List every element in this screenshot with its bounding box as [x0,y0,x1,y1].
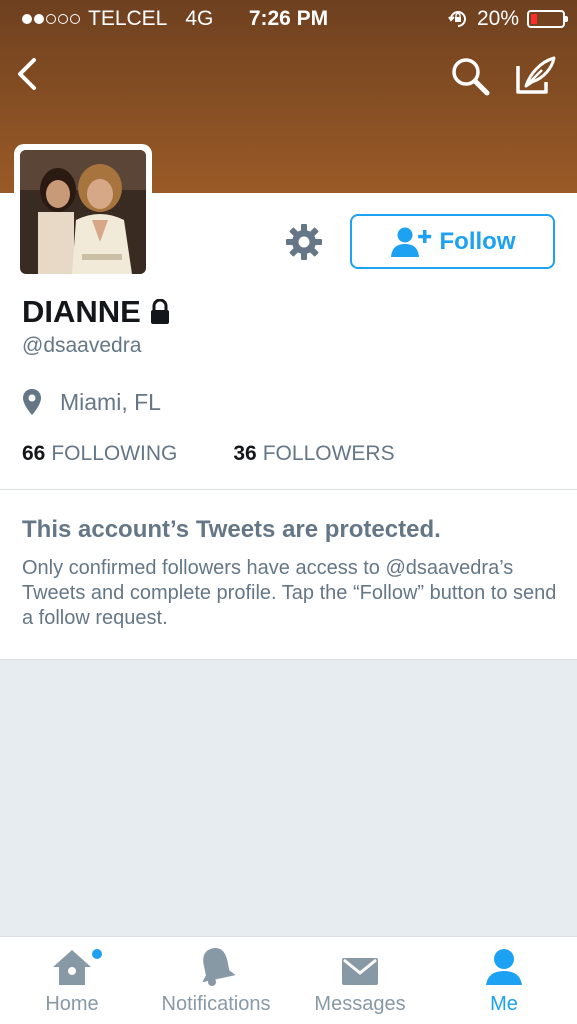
bell-icon [202,948,236,986]
following-stat[interactable]: 66 FOLLOWING [22,442,177,466]
status-bar: TELCEL 4G 7:26 PM 20% [0,0,577,38]
protected-notice: This account’s Tweets are protected. Onl… [0,490,577,660]
search-button[interactable] [448,54,492,98]
location-pin-icon [23,389,41,415]
tab-me-label: Me [490,993,518,1015]
tab-home-label: Home [45,993,99,1015]
compose-button[interactable] [512,54,560,98]
settings-button[interactable] [284,222,324,262]
follow-button[interactable]: Follow [350,214,555,269]
followers-stat[interactable]: 36 FOLLOWERS [233,442,394,466]
tab-home-icon-wrap [50,937,102,993]
tab-home[interactable]: Home [22,937,122,1024]
tab-notifications[interactable]: Notifications [150,937,282,1024]
chevron-left-icon [18,58,36,90]
add-user-icon [390,227,431,257]
profile-location: Miami, FL [22,388,161,416]
tab-messages[interactable]: Messages [306,937,414,1024]
tab-bar: Home Notifications Messages Me [0,936,577,1024]
avatar[interactable] [14,144,152,280]
protected-body: Only confirmed followers have access to … [22,557,557,629]
gear-icon [286,224,322,260]
battery-fill [531,14,537,24]
profile-name: DIANNE [22,294,141,329]
compose-tweet-icon [516,56,556,94]
profile-name-row: DIANNE [22,294,171,330]
tab-me-icon-wrap [484,937,524,993]
protected-title: This account’s Tweets are protected. [22,516,441,543]
rotation-lock-icon [448,11,466,27]
battery-percent: 20% [476,7,519,30]
following-count: 66 [22,442,46,465]
tab-messages-label: Messages [314,993,406,1015]
person-icon [486,949,522,985]
tab-messages-icon-wrap [340,937,380,993]
profile-photo [20,150,146,274]
tab-notifications-label: Notifications [161,993,271,1015]
followers-count: 36 [233,442,257,465]
profile-stats: 66 FOLLOWING 36 FOLLOWERS [22,442,395,466]
search-icon [452,58,490,96]
tab-me[interactable]: Me [464,937,544,1024]
home-icon [53,950,91,985]
battery-icon [527,10,568,28]
lock-icon [150,299,169,324]
envelope-icon [342,958,378,985]
location-text: Miami, FL [60,388,161,415]
notification-dot [92,949,102,959]
back-button[interactable] [10,54,50,94]
tab-notifications-icon-wrap [196,937,236,993]
follow-button-label: Follow [439,227,516,255]
following-label: FOLLOWING [51,442,178,465]
status-right: 20% [447,7,568,31]
followers-label: FOLLOWERS [262,442,395,465]
profile-handle: @dsaavedra [22,334,142,357]
